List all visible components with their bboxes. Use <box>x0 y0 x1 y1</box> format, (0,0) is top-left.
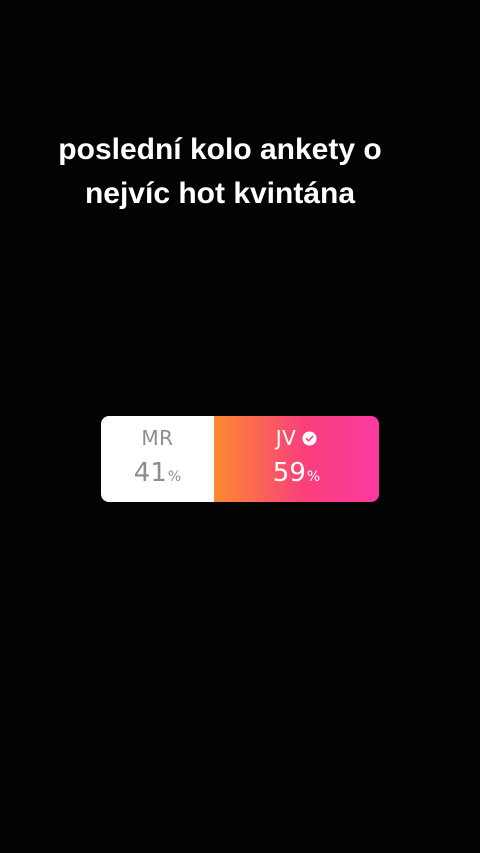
poll-option-percent: 59% <box>272 458 321 488</box>
check-circle-icon <box>302 430 317 446</box>
caption-line-2: nejvíc hot kvintána <box>84 177 356 210</box>
story-caption: poslední kolo ankety o nejvíc hot kvintá… <box>0 128 440 216</box>
poll-option-mr[interactable]: MR 41% <box>101 416 214 502</box>
poll-sticker: MR 41% JV 59% <box>101 416 379 502</box>
caption-line-1: poslední kolo ankety o <box>58 133 382 166</box>
poll-option-label: JV <box>276 426 318 450</box>
poll-option-jv[interactable]: JV 59% <box>214 416 379 502</box>
poll-option-percent: 41% <box>133 458 182 488</box>
poll-option-label: MR <box>141 426 174 450</box>
